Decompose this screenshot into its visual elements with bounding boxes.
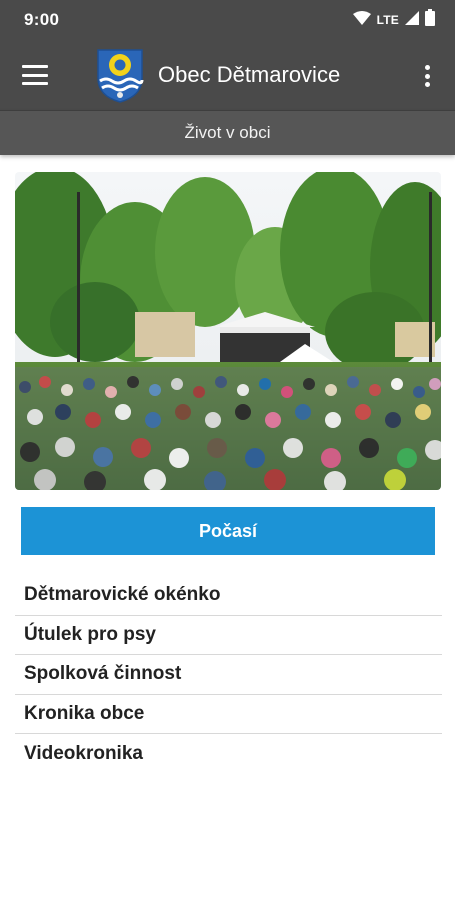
menu-list: Dětmarovické okénko Útulek pro psy Spolk…	[15, 576, 442, 774]
app-bar: Obec Dětmarovice	[0, 40, 455, 110]
app-title: Obec Dětmarovice	[158, 62, 341, 87]
festival-photo	[15, 172, 441, 490]
weather-button[interactable]: Počasí	[21, 507, 435, 555]
list-item-utulek-pro-psy[interactable]: Útulek pro psy	[15, 616, 442, 655]
battery-icon	[425, 9, 435, 31]
coat-of-arms-logo	[96, 48, 144, 103]
status-bar: 9:00 LTE	[0, 0, 455, 40]
list-item-videokronika[interactable]: Videokronika	[15, 734, 442, 774]
hamburger-menu-icon[interactable]	[20, 62, 50, 88]
list-item-kronika-obce[interactable]: Kronika obce	[15, 695, 442, 734]
wifi-icon	[352, 10, 371, 30]
list-item-detmarovicke-okenko[interactable]: Dětmarovické okénko	[15, 576, 442, 616]
signal-icon	[405, 10, 419, 30]
status-icons: LTE	[352, 9, 435, 31]
more-vert-icon[interactable]	[418, 62, 436, 90]
status-time: 9:00	[24, 10, 60, 29]
list-item-spolkova-cinnost[interactable]: Spolková činnost	[15, 655, 442, 695]
network-type-label: LTE	[376, 13, 399, 27]
section-title: Život v obci	[0, 110, 455, 155]
